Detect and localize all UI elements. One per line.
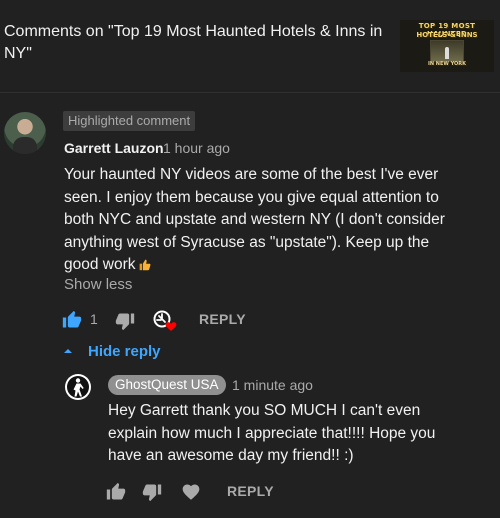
thumb-up-icon[interactable]: [62, 310, 82, 330]
comment-body: Your haunted NY videos are some of the b…: [64, 164, 464, 277]
avatar-figure: [13, 137, 37, 154]
chevron-up-icon[interactable]: [63, 346, 73, 356]
reply-button[interactable]: REPLY: [227, 483, 274, 499]
thumb-down-icon[interactable]: [115, 311, 135, 331]
thumbnail-title-line2: HOTELS & INNS: [416, 31, 478, 39]
reply-body: Hey Garrett thank you SO MUCH I can't ev…: [108, 402, 436, 465]
show-less-link[interactable]: Show less: [64, 276, 132, 293]
creator-heart-icon[interactable]: [152, 309, 178, 333]
comment-timestamp[interactable]: 1 hour ago: [163, 140, 230, 156]
garrett-avatar[interactable]: [4, 112, 46, 154]
comment-author[interactable]: Garrett Lauzon: [64, 140, 164, 156]
reply-timestamp[interactable]: 1 minute ago: [232, 377, 313, 393]
like-count: 1: [90, 311, 98, 327]
video-thumbnail[interactable]: TOP 19 MOST HAUNTED HOTELS & INNS IN NEW…: [400, 20, 494, 72]
thumb-down-icon[interactable]: [142, 482, 162, 502]
comments-header: Comments on "Top 19 Most Haunted Hotels …: [0, 0, 500, 92]
hide-reply-button[interactable]: Hide reply: [88, 343, 161, 360]
thumbnail-title-line3: IN NEW YORK: [427, 61, 467, 67]
thumbs-up-emoji-icon: [139, 260, 151, 271]
reply-button[interactable]: REPLY: [199, 311, 246, 327]
comments-title: Comments on "Top 19 Most Haunted Hotels …: [4, 23, 383, 62]
header-divider: [0, 92, 500, 93]
comment-text: Your haunted NY videos are some of the b…: [64, 166, 445, 274]
channel-owner-chip[interactable]: GhostQuest USA: [108, 375, 226, 395]
thumb-up-icon[interactable]: [106, 482, 126, 502]
thumbnail-ghost-figure: [445, 47, 449, 59]
heart-icon[interactable]: [181, 482, 201, 502]
highlighted-comment-badge: Highlighted comment: [63, 111, 196, 131]
ghostquest-avatar[interactable]: [64, 373, 92, 401]
